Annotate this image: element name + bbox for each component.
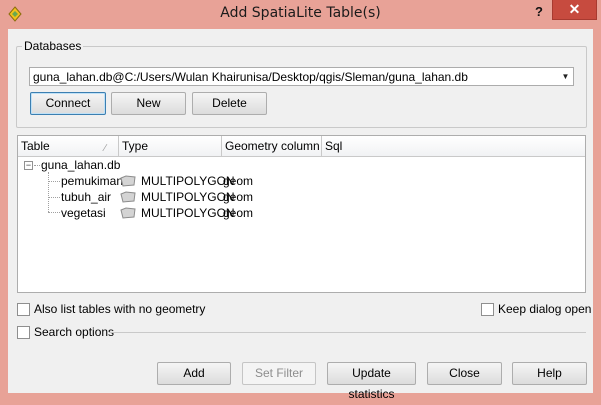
- table-row-type: MULTIPOLYGON: [141, 206, 235, 220]
- search-options-checkbox[interactable]: [17, 326, 30, 339]
- dialog-window: Add SpatiaLite Table(s) ? ✕ Databases gu…: [0, 0, 601, 401]
- close-button[interactable]: Close: [427, 362, 502, 385]
- title-help-button[interactable]: ?: [528, 2, 550, 22]
- window-close-button[interactable]: ✕: [552, 0, 597, 20]
- tree-connector: [48, 197, 60, 198]
- search-options-label[interactable]: Search options: [34, 325, 114, 339]
- table-row-geometry: geom: [223, 206, 254, 220]
- databases-groupbox: [16, 46, 587, 128]
- table-row-type: MULTIPOLYGON: [141, 190, 235, 204]
- column-header-geometry[interactable]: Geometry column: [222, 136, 322, 157]
- tables-tree[interactable]: Table ∕ Type Geometry column Sql − guna_…: [17, 135, 586, 293]
- tree-root-database[interactable]: guna_lahan.db: [41, 158, 120, 172]
- column-header-table[interactable]: Table ∕: [18, 136, 119, 157]
- connect-button[interactable]: Connect: [30, 92, 106, 115]
- polygon-layer-icon: [120, 175, 136, 187]
- set-filter-button[interactable]: Set Filter: [242, 362, 316, 385]
- tree-connector: [48, 181, 60, 182]
- database-connection-value: guna_lahan.db@C:/Users/Wulan Khairunisa/…: [33, 70, 468, 84]
- update-statistics-button[interactable]: Update statistics: [327, 362, 416, 401]
- tree-connector: [34, 165, 40, 166]
- title-bar: Add SpatiaLite Table(s) ? ✕: [0, 0, 601, 28]
- add-button[interactable]: Add: [157, 362, 231, 385]
- database-connection-combo[interactable]: guna_lahan.db@C:/Users/Wulan Khairunisa/…: [29, 67, 574, 86]
- list-no-geometry-checkbox[interactable]: [17, 303, 30, 316]
- tree-connector: [48, 172, 49, 212]
- column-header-table-label: Table: [21, 139, 50, 153]
- collapse-box-icon[interactable]: −: [24, 161, 33, 170]
- sort-indicator-icon: ∕: [104, 143, 106, 154]
- window-title: Add SpatiaLite Table(s): [220, 5, 381, 21]
- table-row-name[interactable]: pemukiman: [61, 174, 123, 188]
- delete-button[interactable]: Delete: [192, 92, 267, 115]
- chevron-down-icon[interactable]: ▼: [558, 68, 573, 85]
- dialog-body: Databases guna_lahan.db@C:/Users/Wulan K…: [8, 29, 593, 401]
- column-header-sql[interactable]: Sql: [322, 136, 585, 157]
- tree-header: Table ∕ Type Geometry column Sql: [18, 136, 585, 157]
- new-button[interactable]: New: [111, 92, 186, 115]
- keep-dialog-open-checkbox[interactable]: [481, 303, 494, 316]
- table-row-name[interactable]: vegetasi: [61, 206, 106, 220]
- table-row-geometry: geom: [223, 174, 254, 188]
- tree-connector: [48, 212, 60, 213]
- column-header-type[interactable]: Type: [119, 136, 222, 157]
- table-row-type: MULTIPOLYGON: [141, 174, 235, 188]
- list-no-geometry-label[interactable]: Also list tables with no geometry: [34, 302, 205, 316]
- search-options-divider: [109, 332, 586, 333]
- databases-group-label: Databases: [22, 39, 84, 53]
- keep-dialog-open-label[interactable]: Keep dialog open: [498, 302, 591, 316]
- table-row-name[interactable]: tubuh_air: [61, 190, 111, 204]
- polygon-layer-icon: [120, 207, 136, 219]
- table-row-geometry: geom: [223, 190, 254, 204]
- help-button[interactable]: Help: [512, 362, 587, 385]
- polygon-layer-icon: [120, 191, 136, 203]
